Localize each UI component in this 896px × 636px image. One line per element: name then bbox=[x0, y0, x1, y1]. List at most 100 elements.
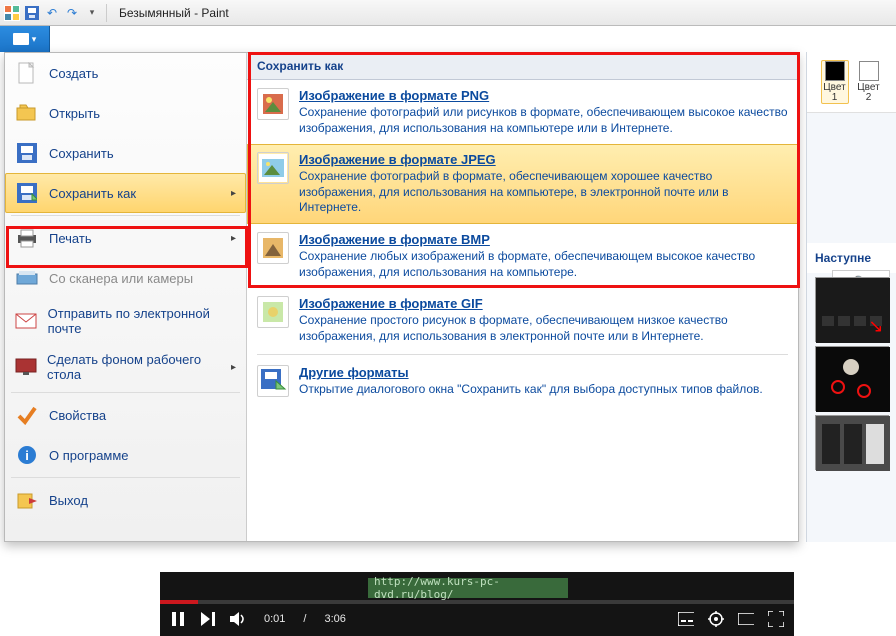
undo-icon[interactable]: ↶ bbox=[44, 5, 60, 21]
pause-button[interactable] bbox=[170, 611, 186, 627]
format-desc: Сохранение фотографий или рисунков в фор… bbox=[299, 105, 788, 136]
volume-button[interactable] bbox=[230, 611, 246, 627]
divider bbox=[11, 215, 240, 216]
info-icon: i bbox=[15, 443, 39, 467]
menu-about[interactable]: i О программе bbox=[5, 435, 246, 475]
menu-exit[interactable]: Выход bbox=[5, 480, 246, 520]
menu-label: Со сканера или камеры bbox=[49, 271, 193, 286]
submenu-header: Сохранить как bbox=[247, 53, 798, 80]
format-title: Изображение в формате JPEG bbox=[299, 152, 788, 167]
video-controls: 0:01 / 3:06 bbox=[160, 602, 794, 636]
video-player: http://www.kurs-pc-dvd.ru/blog/ 0:01 / 3… bbox=[160, 572, 794, 636]
arrow-annotation-icon: ↘ bbox=[868, 316, 883, 337]
file-menu-column: Создать Открыть Сохранить Сохранить как … bbox=[5, 53, 247, 541]
menu-label: Печать bbox=[49, 231, 92, 246]
save-as-submenu: Сохранить как Изображение в формате PNG … bbox=[247, 53, 798, 541]
divider bbox=[11, 477, 240, 478]
color1-swatch[interactable]: Цвет 1 bbox=[821, 60, 849, 104]
right-panel: Цвет 1 Цвет 2 🔍 Наступне ↘ bbox=[806, 52, 896, 542]
save-disk-icon bbox=[15, 141, 39, 165]
menu-print[interactable]: Печать ▸ bbox=[5, 218, 246, 258]
desktop-icon bbox=[15, 355, 37, 379]
format-gif[interactable]: Изображение в формате GIF Сохранение про… bbox=[247, 288, 798, 352]
menu-create[interactable]: Создать bbox=[5, 53, 246, 93]
menu-label: Создать bbox=[49, 66, 98, 81]
color1-box bbox=[825, 61, 845, 81]
color1-label: Цвет 1 bbox=[822, 83, 848, 103]
settings-button[interactable] bbox=[708, 611, 724, 627]
format-png[interactable]: Изображение в формате PNG Сохранение фот… bbox=[247, 80, 798, 144]
fullscreen-button[interactable] bbox=[768, 611, 784, 627]
chevron-down-icon: ▾ bbox=[32, 34, 37, 45]
menu-scanner[interactable]: Со сканера или камеры bbox=[5, 258, 246, 298]
separator bbox=[106, 4, 107, 22]
jpeg-icon bbox=[257, 152, 289, 184]
email-icon bbox=[15, 309, 38, 333]
save-icon[interactable] bbox=[24, 5, 40, 21]
menu-open[interactable]: Открыть bbox=[5, 93, 246, 133]
gif-icon bbox=[257, 296, 289, 328]
save-as-icon bbox=[15, 181, 39, 205]
format-bmp[interactable]: Изображение в формате BMP Сохранение люб… bbox=[247, 224, 798, 288]
format-desc: Открытие диалогового окна "Сохранить как… bbox=[299, 382, 763, 398]
menu-label: Выход bbox=[49, 493, 88, 508]
png-icon bbox=[257, 88, 289, 120]
menu-save[interactable]: Сохранить bbox=[5, 133, 246, 173]
next-button[interactable] bbox=[200, 611, 216, 627]
svg-text:i: i bbox=[25, 448, 29, 463]
exit-icon bbox=[15, 488, 39, 512]
theater-button[interactable] bbox=[738, 611, 754, 627]
file-tab[interactable]: ▾ bbox=[0, 26, 50, 52]
menu-label: Сделать фоном рабочего стола bbox=[47, 352, 221, 382]
file-backstage: Создать Открыть Сохранить Сохранить как … bbox=[4, 52, 799, 542]
redo-icon[interactable]: ↷ bbox=[64, 5, 80, 21]
time-total: 3:06 bbox=[324, 613, 345, 625]
menu-label: Свойства bbox=[49, 408, 106, 423]
qat-dropdown-icon[interactable]: ▾ bbox=[84, 5, 100, 21]
menu-label: Открыть bbox=[49, 106, 100, 121]
format-desc: Сохранение фотографий в формате, обеспеч… bbox=[299, 169, 788, 216]
ribbon-row: ▾ bbox=[0, 26, 896, 52]
new-file-icon bbox=[15, 61, 39, 85]
color2-box bbox=[859, 61, 879, 81]
folder-open-icon bbox=[15, 101, 39, 125]
format-title: Изображение в формате BMP bbox=[299, 232, 788, 247]
check-icon bbox=[15, 403, 39, 427]
bmp-icon bbox=[257, 232, 289, 264]
menu-save-as[interactable]: Сохранить как ▸ bbox=[5, 173, 246, 213]
thumbnail-3[interactable] bbox=[815, 415, 889, 470]
format-desc: Сохранение простого рисунок в формате, о… bbox=[299, 313, 788, 344]
menu-label: О программе bbox=[49, 448, 129, 463]
color2-swatch[interactable]: Цвет 2 bbox=[855, 60, 883, 104]
divider bbox=[257, 354, 788, 355]
submenu-arrow-icon: ▸ bbox=[231, 188, 236, 199]
thumbnail-1[interactable]: ↘ bbox=[815, 277, 889, 342]
titlebar: ↶ ↷ ▾ Безымянный - Paint bbox=[0, 0, 896, 26]
scanner-icon bbox=[15, 266, 39, 290]
window-title: Безымянный - Paint bbox=[119, 6, 229, 20]
next-heading: Наступне bbox=[807, 243, 896, 273]
format-title: Другие форматы bbox=[299, 365, 763, 380]
format-jpeg[interactable]: Изображение в формате JPEG Сохранение фо… bbox=[247, 144, 798, 224]
color2-label: Цвет 2 bbox=[856, 83, 882, 103]
app-icon bbox=[4, 5, 20, 21]
menu-wallpaper[interactable]: Сделать фоном рабочего стола ▸ bbox=[5, 344, 246, 390]
video-url-overlay: http://www.kurs-pc-dvd.ru/blog/ bbox=[368, 578, 568, 598]
menu-email[interactable]: Отправить по электронной почте bbox=[5, 298, 246, 344]
time-sep: / bbox=[303, 613, 306, 625]
color-selector: Цвет 1 Цвет 2 bbox=[807, 52, 896, 113]
time-current: 0:01 bbox=[264, 613, 285, 625]
subtitles-button[interactable] bbox=[678, 611, 694, 627]
quick-access-toolbar: ↶ ↷ ▾ bbox=[4, 5, 100, 21]
submenu-arrow-icon: ▸ bbox=[231, 362, 236, 373]
format-other[interactable]: Другие форматы Открытие диалогового окна… bbox=[247, 357, 798, 406]
format-title: Изображение в формате GIF bbox=[299, 296, 788, 311]
menu-label: Отправить по электронной почте bbox=[48, 306, 236, 336]
menu-label: Сохранить как bbox=[49, 186, 136, 201]
printer-icon bbox=[15, 226, 39, 250]
submenu-arrow-icon: ▸ bbox=[231, 233, 236, 244]
other-formats-icon bbox=[257, 365, 289, 397]
file-tab-icon bbox=[13, 33, 29, 45]
thumbnail-2[interactable] bbox=[815, 346, 889, 411]
menu-properties[interactable]: Свойства bbox=[5, 395, 246, 435]
